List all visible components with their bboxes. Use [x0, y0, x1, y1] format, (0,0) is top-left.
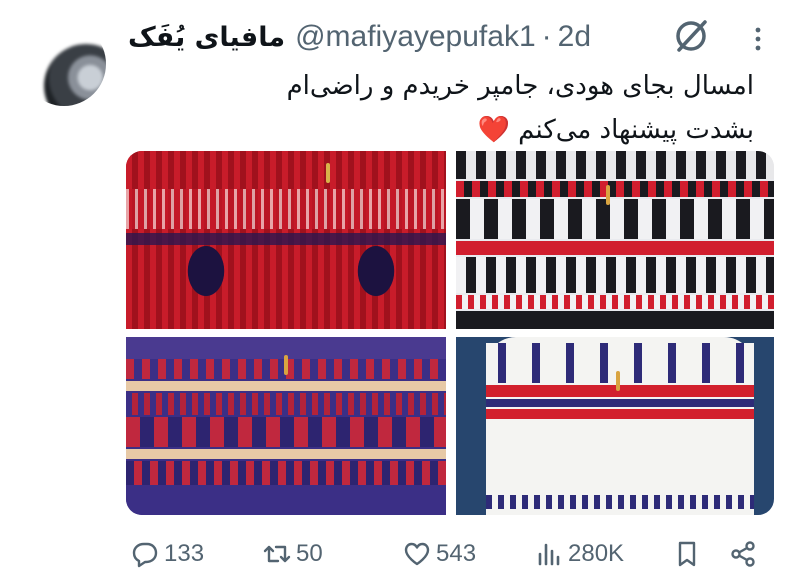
pattern-stripe	[456, 181, 774, 197]
repost-count: 50	[296, 540, 323, 567]
pattern-stripe	[126, 381, 446, 391]
repost-button[interactable]: 50	[262, 532, 323, 576]
more-dots-icon[interactable]	[748, 24, 768, 54]
pattern-stripe	[126, 417, 446, 447]
reply-button[interactable]: 133	[130, 532, 204, 576]
tweet-text-line-2-content: بشدت پیشنهاد می‌کنم	[518, 115, 754, 145]
pattern-stripe	[126, 461, 446, 485]
views-count: 280K	[568, 540, 625, 567]
pattern-stripe	[456, 257, 774, 293]
user-handle[interactable]: @mafiyayepufak1	[295, 20, 536, 54]
reply-count: 133	[164, 540, 205, 567]
media-image-3[interactable]	[126, 337, 446, 515]
bookmark-icon	[678, 541, 696, 567]
share-button[interactable]	[728, 532, 762, 576]
pattern-stripe	[126, 393, 446, 415]
media-image-1[interactable]	[126, 151, 446, 329]
repost-icon	[263, 545, 291, 563]
views-icon	[538, 543, 560, 566]
pattern-stripe	[126, 449, 446, 459]
pattern-stripe	[456, 199, 774, 239]
pattern-stripe	[456, 311, 774, 329]
views-button[interactable]: 280K	[534, 532, 624, 576]
like-count: 543	[436, 540, 477, 567]
pattern-stripe	[456, 151, 774, 179]
pattern-stripe	[126, 487, 446, 515]
pattern-stripe	[486, 385, 754, 397]
media-grid	[126, 151, 774, 515]
tweet-text: امسال بجای هودی، جامپر خریدم و راضی‌ام ب…	[134, 64, 754, 152]
pendant	[284, 355, 288, 375]
media-image-4[interactable]	[456, 337, 774, 515]
pendant	[616, 371, 620, 391]
pattern-stripe	[486, 495, 754, 509]
action-bar: 133 50 543 280K	[0, 532, 800, 576]
share-icon	[731, 541, 755, 567]
tweet-text-line-1: امسال بجای هودی، جامپر خریدم و راضی‌ام	[286, 71, 754, 101]
pendant	[606, 185, 610, 205]
pattern-stripe	[486, 343, 754, 383]
timestamp[interactable]: 2d	[558, 20, 591, 54]
pattern-stripe	[486, 409, 754, 419]
avatar-image	[44, 44, 106, 106]
pattern-stripe	[456, 241, 774, 255]
reply-icon	[132, 542, 158, 568]
bookmark-button[interactable]	[672, 532, 706, 576]
pendant	[326, 163, 330, 183]
pattern-stripe	[486, 399, 754, 407]
tweet-header: مافیای یُفَک @mafiyayepufak1 · 2d	[128, 18, 591, 56]
media-image-2[interactable]	[456, 151, 774, 329]
separator: ·	[541, 20, 552, 53]
sweater-pattern-band	[126, 233, 446, 245]
display-name[interactable]: مافیای یُفَک	[128, 22, 285, 53]
heart-icon	[404, 542, 430, 566]
tweet-text-line-2: بشدت پیشنهاد می‌کنم ❤️	[134, 108, 754, 152]
avatar[interactable]	[22, 22, 106, 106]
grok-icon[interactable]	[672, 17, 710, 55]
pattern-stripe	[456, 295, 774, 309]
like-button[interactable]: 543	[402, 532, 476, 576]
sweater-pattern-band	[126, 189, 446, 229]
heart-emoji: ❤️	[477, 115, 510, 145]
